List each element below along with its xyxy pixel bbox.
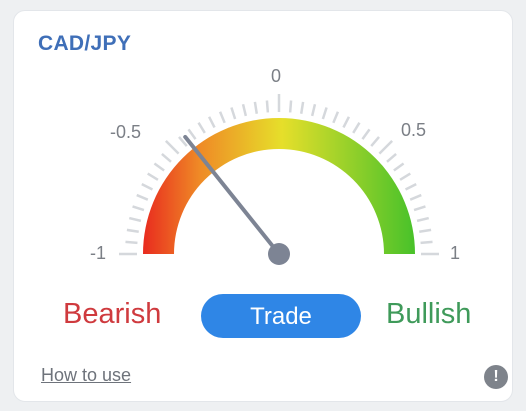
gauge-tick: [393, 162, 405, 172]
gauge-tick: [321, 107, 328, 120]
gauge-tick: [409, 193, 422, 201]
gauge-tick: [161, 153, 172, 163]
gauge-tick: [378, 139, 394, 155]
gauge-tick: [420, 240, 433, 245]
gauge-tick: [288, 100, 293, 113]
gauge-tick: [370, 136, 380, 147]
gauge-tick: [352, 122, 361, 134]
trade-button[interactable]: Trade: [201, 294, 361, 338]
gauge-tick: [332, 111, 340, 124]
gauge-tick: [125, 240, 138, 245]
gauge-label-min: -1: [90, 243, 107, 263]
gauge-tick: [207, 116, 216, 129]
gauge-tick: [404, 182, 417, 191]
gauge-tick: [361, 128, 371, 140]
gauge-tick: [299, 101, 305, 114]
bullish-label: Bullish: [386, 298, 472, 330]
gauge-label-pos-half: 0.5: [401, 120, 427, 140]
gauge-tick: [386, 153, 397, 163]
exclamation-info-icon[interactable]: !: [484, 365, 508, 389]
gauge-tick: [141, 182, 154, 191]
bearish-label: Bearish: [63, 298, 162, 330]
sentiment-widget-card: CAD/JPY -1 -0.5 0 0.5 1 Bearish Trade Bu…: [13, 10, 513, 402]
gauge-graphic: [119, 94, 439, 265]
gauge-tick: [128, 216, 142, 223]
gauge-tick: [147, 172, 159, 181]
gauge-tick: [126, 228, 139, 234]
how-to-use-link[interactable]: How to use: [41, 365, 131, 386]
gauge-tick: [136, 193, 149, 201]
gauge-tick: [241, 103, 248, 117]
gauge-tick: [218, 111, 226, 124]
gauge-tick: [132, 205, 145, 212]
gauge-label-neg-half: -0.5: [110, 122, 142, 142]
gauge-tick: [265, 100, 270, 113]
gauge-tick: [419, 228, 432, 234]
gauge-tick: [413, 205, 426, 212]
gauge-arc: [143, 118, 415, 254]
gauge-tick: [153, 162, 165, 172]
gauge-tick: [399, 172, 411, 181]
gauge-tick: [416, 216, 430, 223]
gauge-needle-hub: [268, 243, 290, 265]
gauge-tick: [230, 107, 237, 120]
gauge-tick: [187, 128, 197, 140]
gauge-tick: [253, 101, 259, 114]
sentiment-gauge: -1 -0.5 0 0.5 1: [14, 11, 514, 291]
gauge-tick: [197, 122, 206, 134]
gauge-tick: [310, 103, 317, 117]
gauge-label-zero: 0: [271, 66, 282, 86]
gauge-tick: [164, 139, 180, 155]
gauge-tick: [342, 116, 351, 129]
gauge-label-max: 1: [450, 243, 461, 263]
